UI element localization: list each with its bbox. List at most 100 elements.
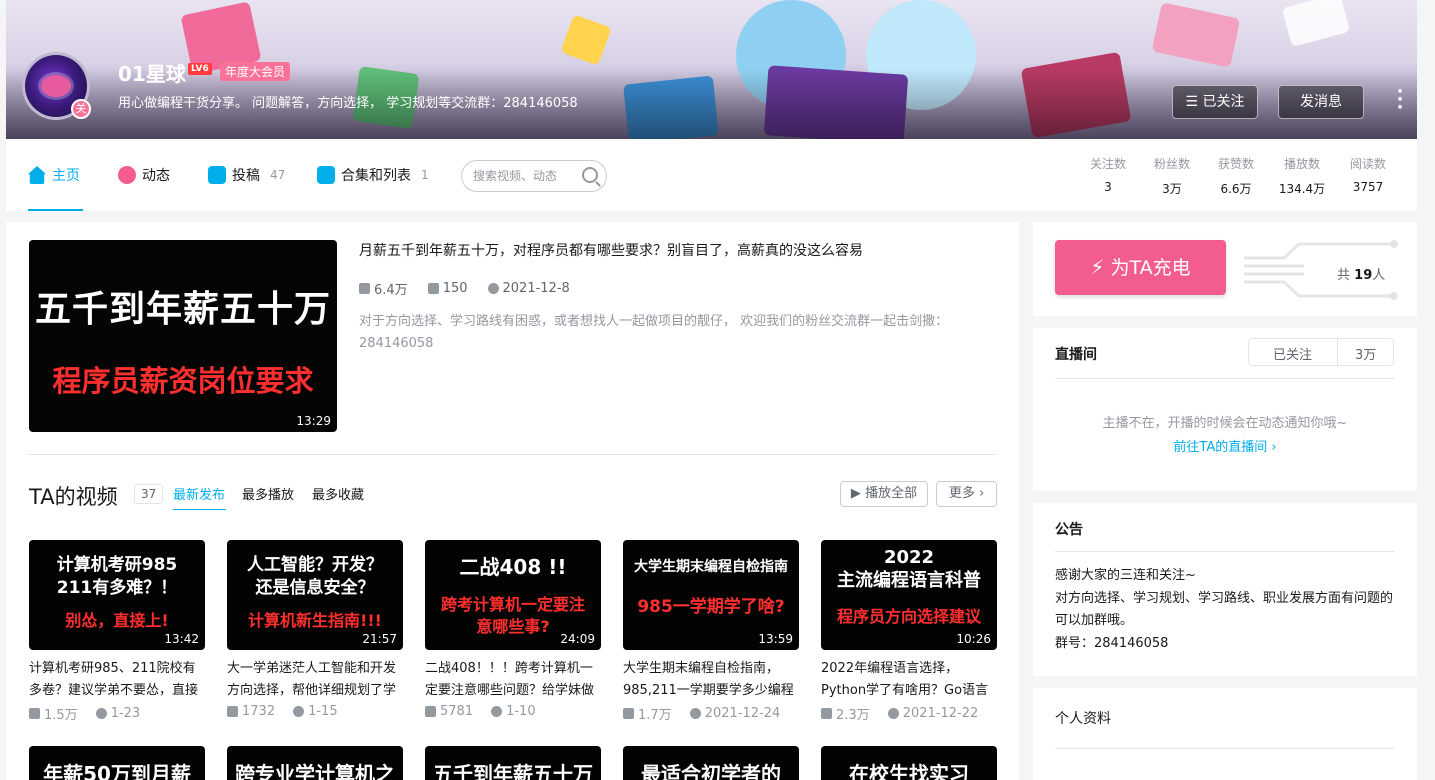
play-count: 6.4万 — [359, 279, 408, 298]
tab-most-favorited[interactable]: 最多收藏 — [312, 484, 364, 503]
stat-label: 粉丝数 — [1153, 157, 1190, 171]
clock-icon — [689, 708, 701, 719]
video-card[interactable]: 2022 主流编程语言科普 程序员方向选择建议 10:26 2022年编程语言选… — [821, 540, 997, 723]
divider — [1055, 378, 1394, 379]
featured-video-thumbnail[interactable]: 五千到年薪五十万 程序员薪资岗位要求 13:29 — [29, 240, 337, 432]
more-vertical-icon[interactable]: · · · — [1394, 83, 1406, 117]
video-thumbnail[interactable]: 在校生找实习 — [821, 746, 997, 780]
video-duration: 13:29 — [296, 414, 331, 428]
stat-plays: 播放数 134.4万 — [1272, 155, 1332, 197]
charge-button[interactable]: ⚡ 为TA充电 — [1055, 240, 1226, 295]
send-message-button[interactable]: 发消息 — [1278, 85, 1364, 119]
publish-date: 1-23 — [95, 704, 141, 723]
tab-count: 1 — [421, 168, 429, 182]
publish-date-value: 1-23 — [110, 706, 141, 721]
play-count-value: 6.4万 — [374, 283, 408, 298]
stat-following[interactable]: 关注数 3 — [1084, 155, 1132, 194]
tab-home[interactable]: 主页 — [28, 165, 80, 185]
tab-count: 47 — [270, 168, 286, 182]
goto-live-link[interactable]: 前往TA的直播间 › — [1033, 436, 1417, 455]
username[interactable]: 01星球 — [118, 58, 186, 87]
divider — [1055, 551, 1394, 552]
charge-label: 为TA充电 — [1110, 257, 1191, 279]
tab-collections[interactable]: 合集和列表 1 — [317, 165, 429, 185]
planet-icon — [41, 75, 71, 97]
thumbnail-text-red: 程序员薪资岗位要求 — [52, 364, 314, 398]
avatar[interactable]: 关 — [22, 52, 91, 120]
play-count: 2.3万 — [821, 704, 870, 723]
main-content: 五千到年薪五十万 程序员薪资岗位要求 13:29 月薪五千到年薪五十万，对程序员… — [6, 222, 1019, 780]
gift-decoration — [1281, 0, 1351, 48]
notice-line: 感谢大家的三连和关注~ — [1055, 568, 1196, 583]
search-input[interactable]: 搜索视频、动态 — [461, 160, 607, 192]
videos-section-title: TA的视频 — [29, 485, 118, 509]
publish-date-value: 1-10 — [506, 704, 536, 719]
video-thumbnail[interactable]: 二战408 !! 跨考计算机一定要注 意哪些事? 24:09 — [425, 540, 601, 650]
video-meta: 5781 1-10 — [425, 704, 601, 719]
video-title[interactable]: 计算机考研985、211院校有多卷？建议学弟不要怂，直接 — [29, 658, 205, 702]
tab-uploads[interactable]: 投稿 47 — [208, 165, 285, 185]
circuit-decoration — [1244, 240, 1398, 300]
video-thumbnail[interactable]: 跨专业学计算机之后 — [227, 746, 403, 780]
play-icon — [821, 708, 832, 719]
notice-title: 公告 — [1055, 522, 1083, 538]
stat-likes: 获赞数 6.6万 — [1212, 155, 1260, 197]
play-count: 5781 — [425, 704, 473, 719]
video-title[interactable]: 二战408！！！跨考计算机一定要注意哪些问题？给学妹做 — [425, 658, 601, 702]
stat-value: 134.4万 — [1278, 182, 1326, 196]
notice-line: 群号：284146058 — [1055, 635, 1169, 651]
video-thumbnail[interactable]: 大学生期末编程自检指南 985一学期学了啥? 13:59 — [623, 540, 799, 650]
video-thumbnail[interactable]: 最适合初学者的 — [623, 746, 799, 780]
notice-line: 对方向选择、学习规划、学习路线、职业发展方面有问题的可以加群哦。 — [1055, 590, 1394, 629]
video-card[interactable]: 大学生期末编程自检指南 985一学期学了啥? 13:59 大学生期末编程自检指南… — [623, 540, 799, 723]
publish-date-value: 2021-12-24 — [704, 706, 781, 721]
goto-live-label: 前往TA的直播间 — [1173, 440, 1268, 455]
tab-dynamic[interactable]: 动态 — [118, 165, 170, 185]
search-icon[interactable] — [582, 167, 598, 183]
video-card[interactable]: 计算机考研985 211有多难？！ 别怂，直接上! 13:42 计算机考研985… — [29, 540, 205, 723]
gift-decoration — [560, 14, 612, 66]
video-meta: 1732 1-15 — [227, 704, 403, 719]
followed-button[interactable]: ☰ 已关注 — [1172, 85, 1258, 119]
play-icon — [425, 706, 436, 717]
play-icon — [359, 283, 370, 294]
videos-count-badge: 37 — [134, 484, 164, 504]
video-card[interactable]: 二战408 !! 跨考计算机一定要注 意哪些事? 24:09 二战408！！！跨… — [425, 540, 601, 719]
stat-value: 3万 — [1162, 182, 1182, 196]
video-thumbnail[interactable]: 年薪50万到月薪5000 — [29, 746, 205, 780]
video-thumbnail[interactable]: 2022 主流编程语言科普 程序员方向选择建议 10:26 — [821, 540, 997, 650]
publish-date-value: 1-15 — [308, 704, 338, 719]
live-title: 直播间 — [1055, 347, 1097, 363]
play-all-button[interactable]: ▶ 播放全部 — [840, 481, 928, 507]
live-follow-button[interactable]: 已关注 3万 — [1248, 338, 1394, 366]
video-thumbnail[interactable]: 计算机考研985 211有多难？！ 别怂，直接上! 13:42 — [29, 540, 205, 650]
danmaku-icon — [427, 283, 439, 294]
stat-fans[interactable]: 粉丝数 3万 — [1148, 155, 1196, 197]
video-meta: 1.7万 2021-12-24 — [623, 704, 799, 723]
tab-most-played[interactable]: 最多播放 — [242, 484, 294, 503]
vip-badge[interactable]: 年度大会员 — [220, 62, 291, 81]
video-thumbnail[interactable]: 人工智能？开发？ 还是信息安全？ 计算机新生指南!!! 21:57 — [227, 540, 403, 650]
upload-icon — [208, 166, 226, 184]
stat-value: 3 — [1104, 180, 1112, 194]
video-thumbnail[interactable]: 五千到年薪五十万 — [425, 746, 601, 780]
thumbnail-text-red: 程序员方向选择建议 — [836, 607, 981, 626]
divider — [1055, 748, 1394, 749]
publish-date: 2021-12-24 — [689, 704, 781, 723]
stat-reads: 阅读数 3757 — [1344, 155, 1392, 194]
dynamic-icon — [118, 166, 136, 184]
video-title[interactable]: 2022年编程语言选择，Python学了有啥用？Go语言 — [821, 658, 997, 702]
tab-label: 主页 — [52, 168, 80, 184]
play-count: 1732 — [227, 704, 275, 719]
publish-date: 2021-12-8 — [487, 279, 570, 298]
danmaku-count: 150 — [427, 279, 468, 298]
video-title[interactable]: 大学生期末编程自检指南，985,211一学期要学多少编程 — [623, 658, 799, 702]
video-title[interactable]: 大一学弟迷茫人工智能和开发方向选择，帮他详细规划了学 — [227, 658, 403, 702]
featured-video-title[interactable]: 月薪五千到年薪五十万，对程序员都有哪些要求？别盲目了，高薪真的没这么容易 — [359, 240, 863, 260]
video-card[interactable]: 人工智能？开发？ 还是信息安全？ 计算机新生指南!!! 21:57 大一学弟迷茫… — [227, 540, 403, 719]
tab-latest[interactable]: 最新发布 — [173, 484, 225, 503]
thumbnail-text: 跨专业学计算机之后 — [235, 762, 395, 780]
more-button[interactable]: 更多 › — [936, 481, 997, 507]
clock-icon — [95, 708, 107, 719]
notice-content: 感谢大家的三连和关注~ 对方向选择、学习规划、学习路线、职业发展方面有问题的可以… — [1055, 565, 1400, 655]
